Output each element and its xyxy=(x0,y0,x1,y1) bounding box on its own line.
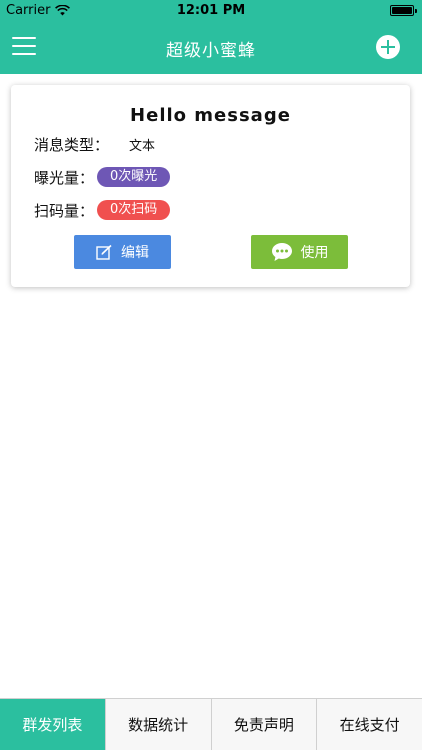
tab-label: 免责声明 xyxy=(233,716,294,734)
edit-icon xyxy=(96,244,112,260)
use-button-label: 使用 xyxy=(300,245,329,261)
battery-fill xyxy=(392,7,412,14)
exposure-label: 曝光量： xyxy=(34,168,95,187)
edit-button-label: 编辑 xyxy=(121,245,149,261)
nav-bar: 超级小蜜蜂 xyxy=(0,22,422,74)
scan-label: 扫码量： xyxy=(34,201,95,220)
tab-label: 群发列表 xyxy=(22,716,83,734)
status-time: 12:01 PM xyxy=(176,3,246,18)
edit-button[interactable]: 编辑 xyxy=(74,235,171,269)
message-type-label: 消息类型： xyxy=(34,135,110,154)
exposure-row: 曝光量： 0次曝光 xyxy=(34,166,171,188)
tab-broadcast-list[interactable]: 群发列表 xyxy=(0,699,105,750)
tab-bar: 群发列表 数据统计 免责声明 在线支付 xyxy=(0,698,422,750)
scan-count-badge: 0次扫码 xyxy=(97,200,171,220)
message-type-value: 文本 xyxy=(129,138,156,154)
tab-disclaimer[interactable]: 免责声明 xyxy=(210,699,317,750)
exposure-count-badge: 0次曝光 xyxy=(97,167,171,187)
tab-label: 数据统计 xyxy=(128,716,189,734)
battery-icon xyxy=(390,5,417,16)
nav-title: 超级小蜜蜂 xyxy=(166,41,256,61)
plus-circle-icon[interactable] xyxy=(376,35,400,59)
message-title: Hello message xyxy=(130,105,291,126)
tab-online-payment[interactable]: 在线支付 xyxy=(316,699,422,750)
message-card: Hello message 消息类型： 文本 曝光量： 0次曝光 扫码量： 0次… xyxy=(11,85,410,287)
use-button[interactable]: 使用 xyxy=(251,235,348,269)
tab-statistics[interactable]: 数据统计 xyxy=(104,699,211,750)
tab-label: 在线支付 xyxy=(339,716,400,734)
chat-bubble-icon xyxy=(271,243,292,261)
status-bar: Carrier 12:01 PM xyxy=(0,0,422,22)
message-type-row: 消息类型： 文本 xyxy=(34,133,155,155)
scan-row: 扫码量： 0次扫码 xyxy=(34,199,171,221)
